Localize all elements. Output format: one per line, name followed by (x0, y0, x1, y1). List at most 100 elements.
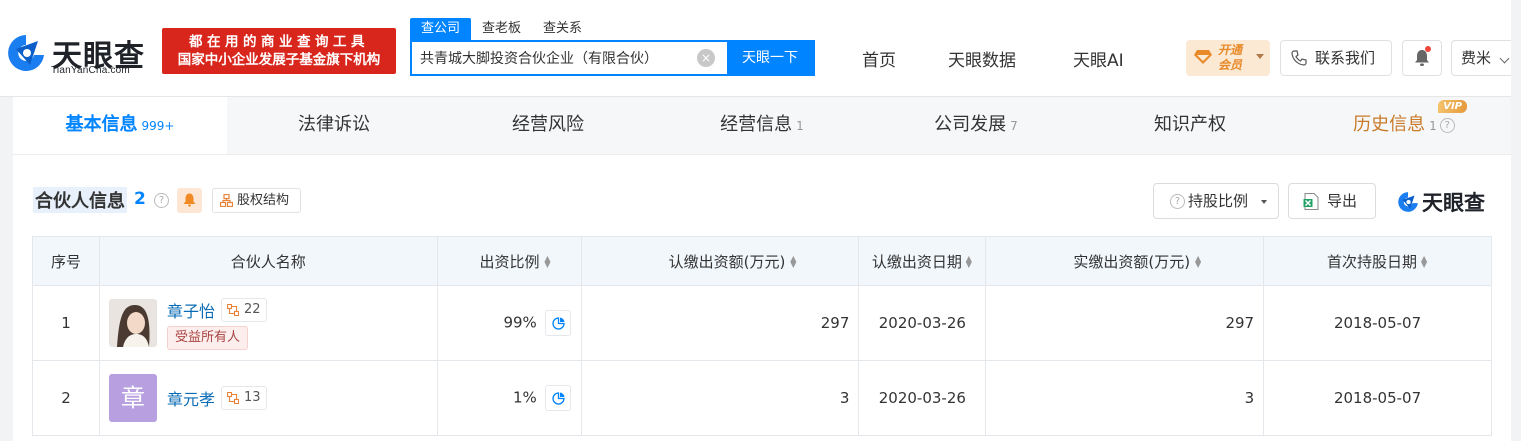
tab-label: 基本信息 (65, 114, 138, 135)
notification-button[interactable] (1402, 40, 1442, 76)
slogan-line1: 都在用的商业查询工具 (189, 34, 369, 50)
tab-ip[interactable]: 知识产权 (1083, 97, 1297, 154)
avatar[interactable] (108, 299, 157, 347)
col-header-first-date[interactable]: 首次持股日期 ▲ ▼ (1263, 236, 1492, 286)
cell-partner: 章子怡 22 受益所有人 (98, 285, 438, 361)
table-header-row: 序号 合伙人名称 出资比例 ▲ ▼ 认缴出资额(万元) ▲ ▼ 认缴出资日期 ▲ ▼ 实缴出… (32, 236, 1492, 286)
vip-label-line2: 会员 (1218, 58, 1243, 72)
tab-label: 公司发展 (934, 114, 1007, 135)
tab-risk[interactable]: 经营风险 (441, 97, 655, 154)
sort-icon[interactable]: ▲ ▼ (1420, 255, 1428, 269)
tab-count: 1 (1429, 119, 1437, 133)
tianyancha-logo[interactable]: 天眼查 TianYanCha.com (4, 31, 154, 77)
partners-table: 序号 合伙人名称 出资比例 ▲ ▼ 认缴出资额(万元) ▲ ▼ 认缴出资日期 ▲ ▼ 实缴出… (32, 236, 1492, 436)
user-name: 费米 (1461, 49, 1492, 67)
tab-history[interactable]: 历史信息 1? VIP (1297, 97, 1511, 154)
search-tab-company[interactable]: 查公司 (410, 18, 472, 40)
search-tab-relation[interactable]: 查关系 (532, 18, 593, 40)
cell-paid: 3 (985, 360, 1265, 436)
vip-badge: VIP (1438, 100, 1467, 113)
tab-operations[interactable]: 经营信息 1 (655, 97, 869, 154)
col-header-index: 序号 (32, 236, 100, 286)
col-header-partner: 合伙人名称 (98, 236, 438, 286)
cell-ratio: 99% (436, 285, 582, 361)
search-button[interactable]: 天眼一下 (727, 42, 813, 74)
sort-icon[interactable]: ▲ ▼ (543, 255, 550, 269)
top-header: 天眼查 TianYanCha.com 都在用的商业查询工具 国家中小企业发展子基… (0, 0, 1521, 97)
avatar[interactable]: 章 (108, 374, 157, 422)
search-input[interactable] (412, 42, 697, 74)
cell-paid: 297 (985, 285, 1265, 361)
help-icon[interactable]: ? (154, 193, 169, 208)
section-title: 合伙人信息 (33, 187, 127, 213)
tab-count: 7 (1010, 119, 1018, 133)
table-row: 2 章 章元孝 13 1% 3 2020-03-26 3 2018-05-07 (32, 360, 1492, 436)
person-photo-icon (108, 299, 157, 347)
ratio-value: 1% (512, 388, 537, 407)
equity-label: 股权结构 (237, 193, 290, 208)
ratio-value: 99% (503, 313, 537, 332)
ratio-chart-button[interactable] (544, 310, 571, 336)
cell-partner: 章 章元孝 13 (98, 360, 438, 436)
company-detail-card: 基本信息 999+ 法律诉讼 经营风险 经营信息 1 公司发展 7 知识产权 历史信息… (13, 97, 1511, 441)
tab-label: 经营风险 (512, 114, 584, 135)
vip-label-line1: 开通 (1218, 43, 1243, 57)
beneficial-owner-tag: 受益所有人 (166, 326, 248, 350)
col-header-subscribed-date[interactable]: 认缴出资日期 ▲ ▼ (858, 236, 987, 286)
holding-ratio-dropdown[interactable]: ? 持股比例 (1153, 183, 1279, 219)
slogan-line2: 国家中小企业发展子基金旗下机构 (177, 52, 381, 68)
help-icon[interactable]: ? (1439, 117, 1455, 133)
sort-icon[interactable]: ▲ ▼ (965, 255, 973, 269)
export-button[interactable]: 导出 (1288, 183, 1376, 219)
cell-index: 1 (32, 285, 100, 361)
cell-index: 2 (32, 360, 100, 436)
equity-structure-button[interactable]: 股权结构 (212, 188, 301, 213)
tab-legal[interactable]: 法律诉讼 (227, 97, 441, 154)
sort-icon[interactable]: ▲ ▼ (788, 255, 796, 269)
search-box: × 天眼一下 (410, 40, 815, 76)
tab-label: 法律诉讼 (298, 114, 370, 135)
diamond-icon (1194, 50, 1212, 64)
caret-down-icon (1261, 200, 1267, 204)
header-label: 认缴出资日期 (871, 252, 962, 271)
tianyancha-watermark-logo: 天眼查 (1396, 187, 1496, 217)
partner-name-link[interactable]: 章子怡 (167, 298, 215, 322)
contact-us-button[interactable]: 联系我们 (1280, 40, 1392, 76)
nav-ai[interactable]: 天眼AI (1073, 46, 1124, 71)
col-header-subscribed[interactable]: 认缴出资额(万元) ▲ ▼ (580, 236, 860, 286)
holding-ratio-label: 持股比例 (1188, 192, 1249, 210)
relation-count-tag[interactable]: 13 (220, 386, 267, 410)
brand-small-text: 天眼查 (1422, 191, 1485, 215)
header-label: 序号 (50, 252, 81, 271)
search-tab-boss[interactable]: 查老板 (471, 18, 532, 40)
cell-first-date: 2018-05-07 (1263, 360, 1492, 436)
tab-development[interactable]: 公司发展 7 (869, 97, 1083, 154)
monitor-alert-button[interactable] (177, 188, 202, 213)
relation-count-tag[interactable]: 22 (220, 298, 267, 322)
tab-count: 999+ (141, 119, 175, 133)
tab-label: 知识产权 (1154, 114, 1226, 135)
header-label: 认缴出资额(万元) (668, 252, 786, 271)
header-label: 实缴出资额(万元) (1073, 252, 1191, 271)
col-header-paid[interactable]: 实缴出资额(万元) ▲ ▼ (985, 236, 1265, 286)
nav-data[interactable]: 天眼数据 (948, 46, 1016, 71)
search-type-tabs: 查公司 查老板 查关系 (410, 18, 593, 40)
equity-structure-icon (220, 194, 233, 207)
export-label: 导出 (1327, 192, 1358, 210)
nav-home[interactable]: 首页 (862, 46, 896, 71)
cell-subscribed-date: 2020-03-26 (858, 360, 987, 436)
col-header-ratio[interactable]: 出资比例 ▲ ▼ (436, 236, 582, 286)
tab-basic-info[interactable]: 基本信息 999+ (13, 97, 227, 154)
clear-icon[interactable]: × (697, 49, 715, 67)
partner-name-link[interactable]: 章元孝 (167, 386, 215, 410)
bell-icon (183, 193, 196, 207)
tab-count: 1 (796, 119, 804, 133)
phone-icon (1291, 50, 1307, 66)
ratio-chart-button[interactable] (544, 385, 571, 411)
chevron-down-icon (1499, 53, 1510, 64)
vip-label: 开通 会员 (1218, 43, 1242, 73)
section-count: 2 (134, 189, 146, 209)
sort-icon[interactable]: ▲ ▼ (1193, 255, 1201, 269)
cell-ratio: 1% (436, 360, 582, 436)
open-vip-button[interactable]: 开通 会员 (1186, 40, 1270, 76)
